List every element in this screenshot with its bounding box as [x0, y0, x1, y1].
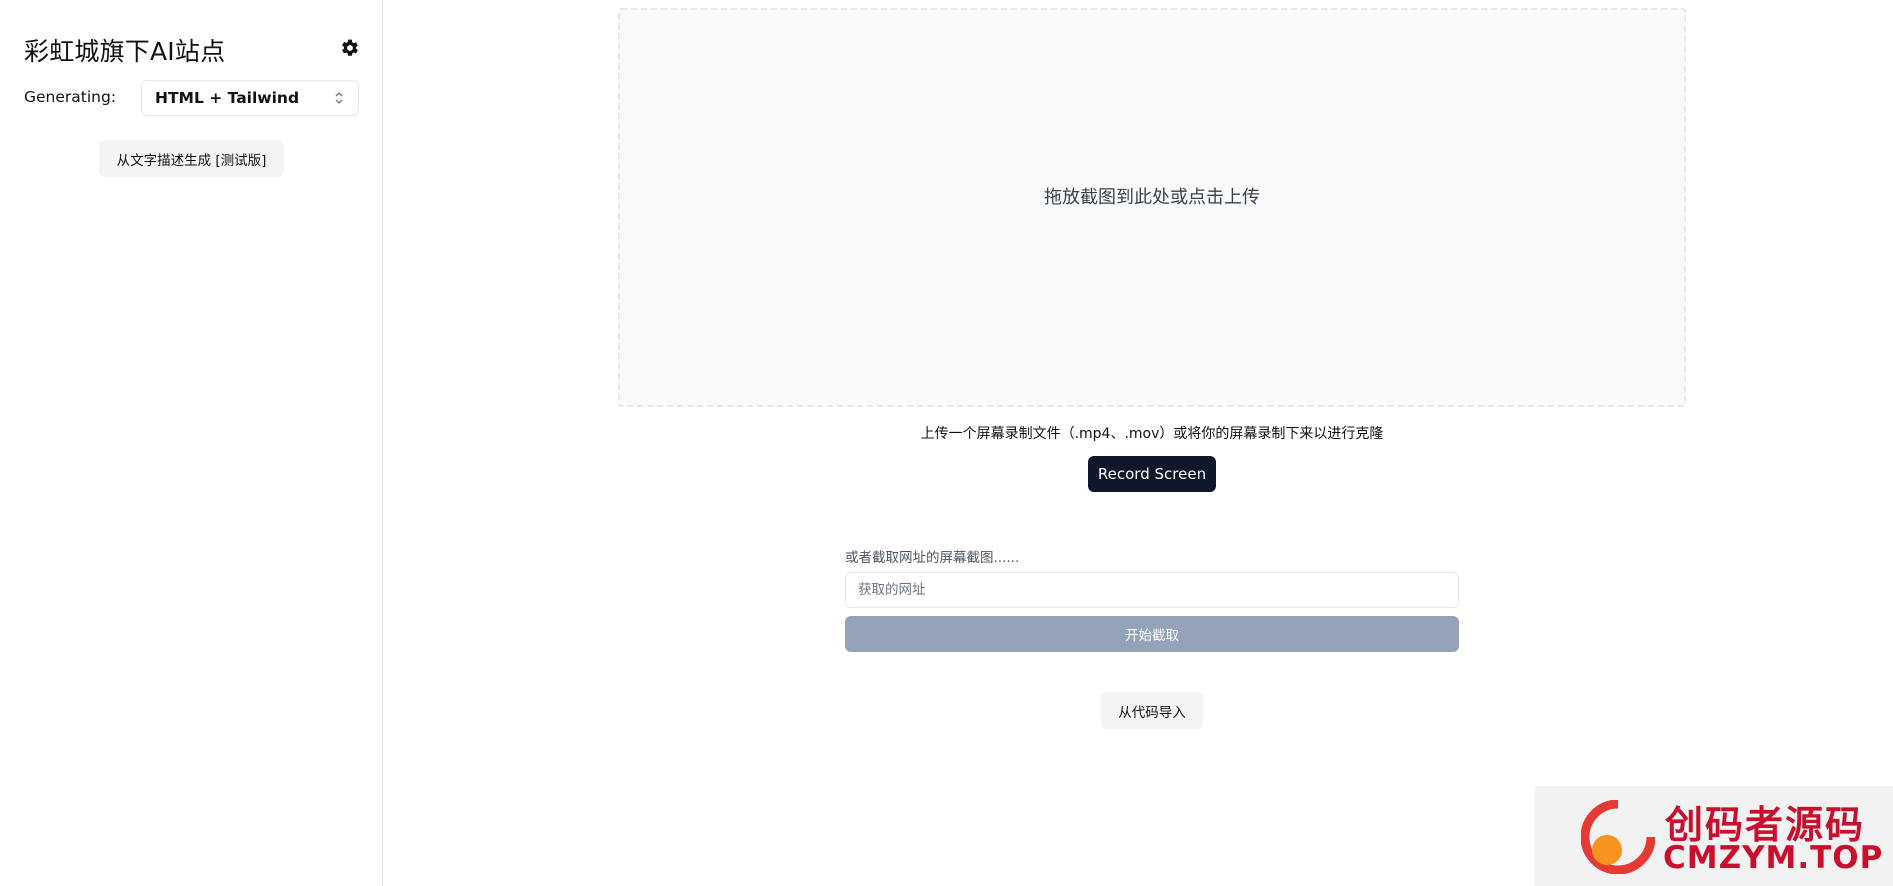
import-from-code-button[interactable]: 从代码导入	[1101, 692, 1203, 729]
capture-button[interactable]: 开始截取	[845, 616, 1459, 652]
gear-icon[interactable]	[340, 38, 360, 58]
brand-title: 彩虹城旗下AI站点	[24, 37, 226, 66]
watermark: 创码者源码 CMZYM.TOP	[1535, 786, 1893, 886]
url-input[interactable]	[845, 572, 1459, 608]
watermark-en-text: CMZYM.TOP	[1663, 840, 1884, 876]
record-screen-button[interactable]: Record Screen	[1088, 456, 1216, 492]
stack-select[interactable]: HTML + Tailwind	[141, 80, 359, 116]
screenshot-dropzone[interactable]: 拖放截图到此处或点击上传	[618, 8, 1686, 407]
video-upload-hint: 上传一个屏幕录制文件（.mp4、.mov）或将你的屏幕录制下来以进行克隆	[920, 426, 1384, 442]
chevron-up-down-icon	[334, 90, 344, 106]
stack-select-value: HTML + Tailwind	[155, 89, 300, 107]
text-generate-button[interactable]: 从文字描述生成 [测试版]	[99, 140, 284, 177]
generating-label: Generating:	[24, 88, 117, 106]
sidebar: 彩虹城旗下AI站点 Generating: HTML + Tailwind 从文…	[0, 0, 383, 886]
url-screenshot-label: 或者截取网址的屏幕截图......	[845, 550, 1020, 566]
dropzone-text: 拖放截图到此处或点击上传	[1044, 186, 1260, 208]
watermark-logo-icon	[1581, 800, 1655, 874]
app: 彩虹城旗下AI站点 Generating: HTML + Tailwind 从文…	[0, 0, 1893, 886]
